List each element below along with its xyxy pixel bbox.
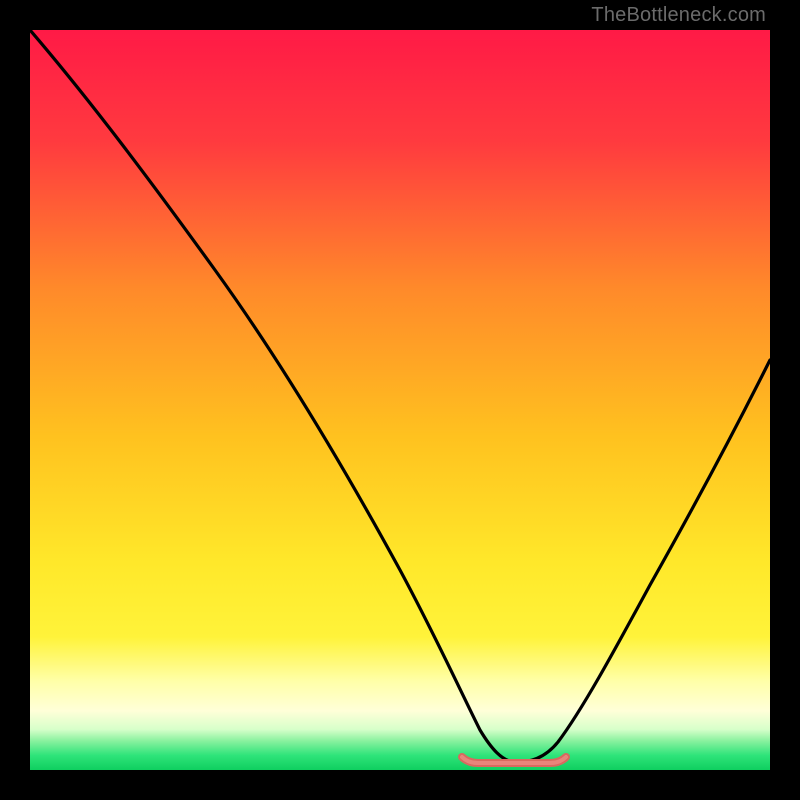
watermark-text: TheBottleneck.com <box>591 4 766 27</box>
plot-area <box>30 30 770 770</box>
curve-path <box>30 30 770 762</box>
chart-frame: TheBottleneck.com <box>0 0 800 800</box>
bottleneck-curve <box>30 30 770 770</box>
